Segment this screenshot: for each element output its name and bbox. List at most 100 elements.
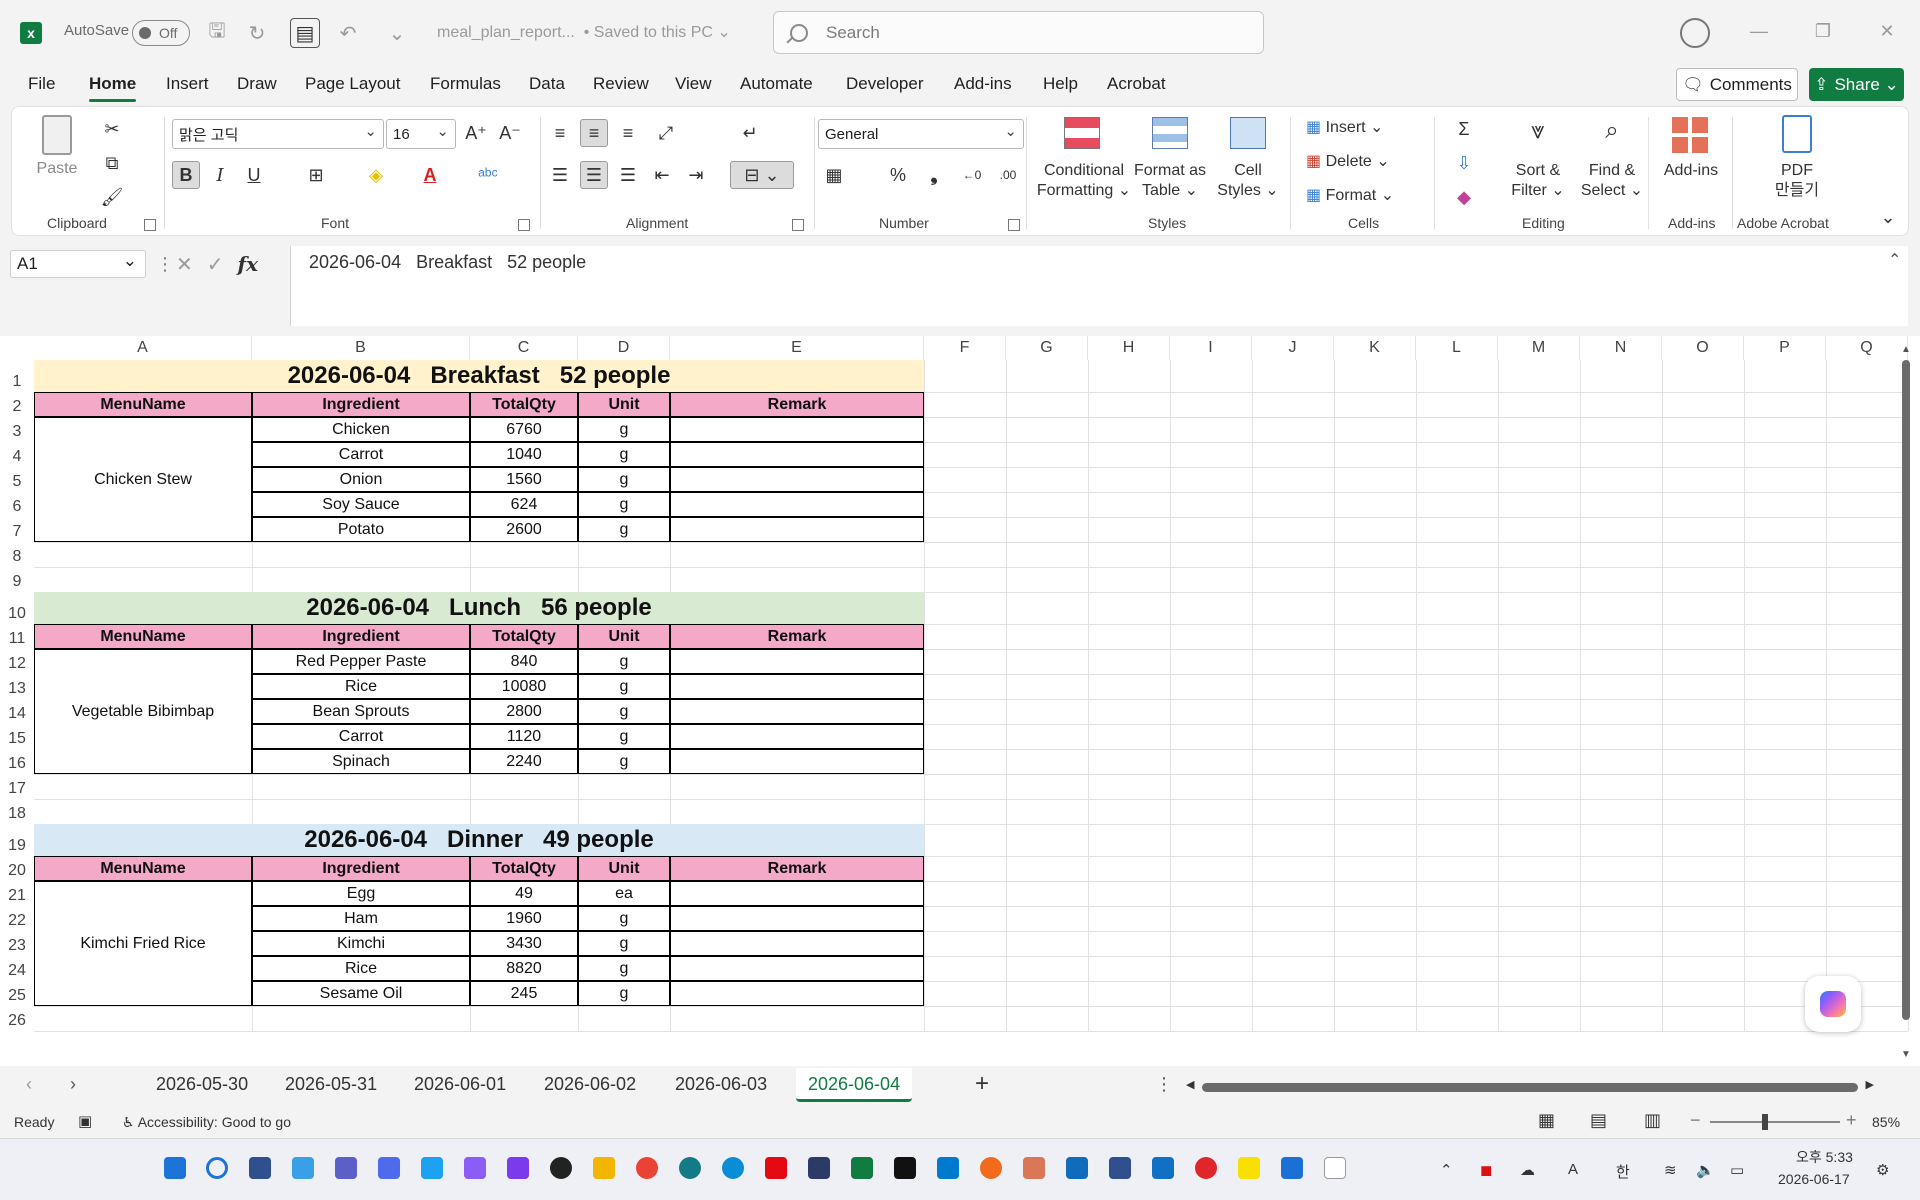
unit-cell[interactable]: g: [578, 749, 670, 774]
minimize-icon[interactable]: —: [1744, 16, 1774, 46]
prev-sheet-icon[interactable]: ‹: [26, 1074, 32, 1095]
remark-cell[interactable]: [670, 881, 924, 906]
quantity-cell[interactable]: 1040: [470, 442, 578, 467]
table-header-cell[interactable]: TotalQty: [470, 624, 578, 649]
app-icon[interactable]: [1195, 1157, 1217, 1179]
meal-title-cell[interactable]: 2026-06-04 Lunch 56 people: [34, 592, 924, 624]
ingredient-cell[interactable]: Carrot: [252, 442, 470, 467]
volume-icon[interactable]: 🔈: [1696, 1161, 1715, 1179]
start-icon[interactable]: [164, 1157, 186, 1179]
format-painter-icon[interactable]: 🖌: [98, 183, 126, 211]
wifi-icon[interactable]: ≋: [1664, 1161, 1677, 1179]
delete-cells-button[interactable]: ▦ Delete ⌄: [1306, 151, 1390, 171]
table-header-cell[interactable]: TotalQty: [470, 392, 578, 417]
ingredient-cell[interactable]: Onion: [252, 467, 470, 492]
menu-name-cell[interactable]: Kimchi Fried Rice: [34, 881, 252, 1006]
unit-cell[interactable]: g: [578, 699, 670, 724]
phonetic-icon[interactable]: ᵃᵇᶜ: [474, 161, 502, 189]
font-name-select[interactable]: 맑은 고딕: [172, 119, 384, 149]
column-header[interactable]: H: [1088, 336, 1170, 360]
format-as-table-icon[interactable]: [1152, 117, 1188, 149]
quantity-cell[interactable]: 10080: [470, 674, 578, 699]
remark-cell[interactable]: [670, 906, 924, 931]
align-bottom-icon[interactable]: ≡: [614, 119, 642, 147]
ingredient-cell[interactable]: Ham: [252, 906, 470, 931]
find-select-button[interactable]: Find & Select ⌄: [1576, 161, 1648, 201]
increase-decimal-icon[interactable]: ←0: [958, 161, 986, 189]
underline-icon[interactable]: U: [240, 161, 268, 189]
app-icon[interactable]: [980, 1157, 1002, 1179]
quantity-cell[interactable]: 1560: [470, 467, 578, 492]
align-middle-icon[interactable]: ≡: [580, 119, 608, 147]
ingredient-cell[interactable]: Potato: [252, 517, 470, 542]
undo-icon[interactable]: ↶: [333, 18, 363, 48]
unit-cell[interactable]: g: [578, 517, 670, 542]
table-header-cell[interactable]: Remark: [670, 624, 924, 649]
tab-insert[interactable]: Insert: [166, 74, 209, 94]
comments-button[interactable]: 🗨 Comments: [1676, 68, 1798, 101]
horizontal-scrollbar[interactable]: ◀ ▶: [1186, 1079, 1874, 1094]
unit-cell[interactable]: g: [578, 906, 670, 931]
tray-overflow-icon[interactable]: ⌃: [1440, 1161, 1453, 1179]
row-header[interactable]: 3: [0, 417, 34, 442]
app-icon[interactable]: [421, 1157, 443, 1179]
vertical-scroll-thumb[interactable]: [1902, 360, 1910, 1020]
cell-styles-icon[interactable]: [1230, 117, 1266, 149]
remark-cell[interactable]: [670, 442, 924, 467]
quantity-cell[interactable]: 6760: [470, 417, 578, 442]
app-icon[interactable]: [335, 1157, 357, 1179]
row-header[interactable]: 22: [0, 906, 34, 931]
unit-cell[interactable]: g: [578, 442, 670, 467]
tab-formulas[interactable]: Formulas: [430, 74, 501, 94]
increase-font-icon[interactable]: A⁺: [462, 119, 490, 147]
clock-date[interactable]: 2026-06-17: [1778, 1171, 1850, 1187]
autosum-icon[interactable]: Σ: [1450, 115, 1478, 143]
quantity-cell[interactable]: 2800: [470, 699, 578, 724]
chatgpt-icon[interactable]: [550, 1157, 572, 1179]
task-view-icon[interactable]: [249, 1157, 271, 1179]
accessibility-status[interactable]: ♿ Accessibility: Good to go: [122, 1114, 291, 1131]
remark-cell[interactable]: [670, 724, 924, 749]
sheet-tab[interactable]: 2026-06-01: [414, 1074, 506, 1095]
ingredient-cell[interactable]: Red Pepper Paste: [252, 649, 470, 674]
taskbar-search-icon[interactable]: [206, 1157, 228, 1179]
claude-icon[interactable]: [1023, 1157, 1045, 1179]
column-header[interactable]: B: [252, 336, 470, 360]
kakaotalk-icon[interactable]: [1238, 1157, 1260, 1179]
netflix-icon[interactable]: [765, 1157, 787, 1179]
row-header[interactable]: 17: [0, 774, 34, 799]
menu-name-cell[interactable]: Chicken Stew: [34, 417, 252, 542]
font-launcher-icon[interactable]: [518, 219, 530, 231]
unit-cell[interactable]: g: [578, 649, 670, 674]
app-icon[interactable]: [808, 1157, 830, 1179]
app-icon[interactable]: [894, 1157, 916, 1179]
wrap-text-icon[interactable]: ↵: [736, 119, 764, 147]
row-header[interactable]: 5: [0, 467, 34, 492]
quantity-cell[interactable]: 8820: [470, 956, 578, 981]
borders-icon[interactable]: ⊞: [302, 161, 330, 189]
app-icon[interactable]: [1281, 1157, 1303, 1179]
autosave-toggle[interactable]: Off: [132, 20, 190, 46]
remark-cell[interactable]: [670, 956, 924, 981]
tab-add-ins[interactable]: Add-ins: [954, 74, 1012, 94]
format-as-table-button[interactable]: Format as Table ⌄: [1130, 161, 1210, 201]
remark-cell[interactable]: [670, 749, 924, 774]
quantity-cell[interactable]: 624: [470, 492, 578, 517]
remark-cell[interactable]: [670, 674, 924, 699]
column-header[interactable]: E: [670, 336, 924, 360]
app-icon[interactable]: [507, 1157, 529, 1179]
remark-cell[interactable]: [670, 981, 924, 1006]
percent-icon[interactable]: %: [884, 161, 912, 189]
unit-cell[interactable]: g: [578, 931, 670, 956]
scroll-up-icon[interactable]: ▲: [1901, 344, 1911, 355]
column-header[interactable]: Q: [1826, 336, 1908, 360]
row-header[interactable]: 4: [0, 442, 34, 467]
column-header[interactable]: C: [470, 336, 578, 360]
column-header[interactable]: D: [578, 336, 670, 360]
table-header-cell[interactable]: MenuName: [34, 856, 252, 881]
ingredient-cell[interactable]: Soy Sauce: [252, 492, 470, 517]
font-size-select[interactable]: 16: [386, 119, 456, 149]
row-header[interactable]: 2: [0, 392, 34, 417]
fill-color-icon[interactable]: ◈: [362, 161, 390, 189]
copy-icon[interactable]: ⧉: [98, 149, 126, 177]
